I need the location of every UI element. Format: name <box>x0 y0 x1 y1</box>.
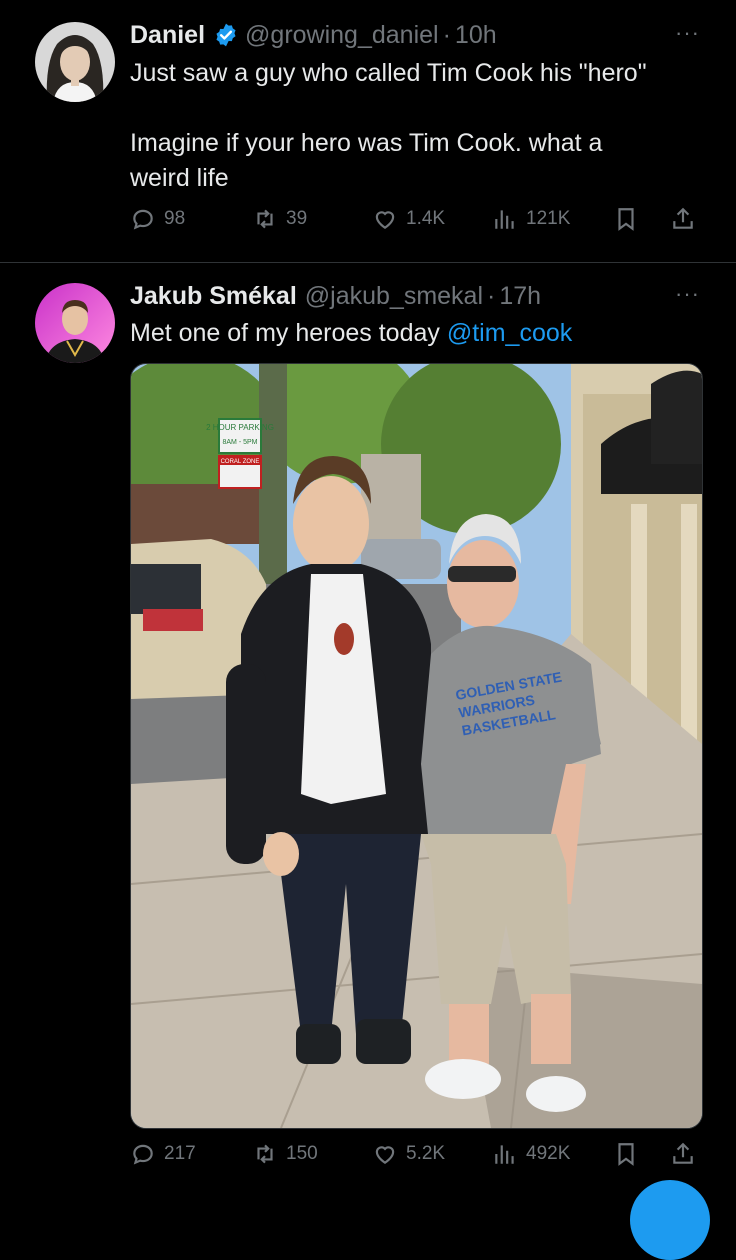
views-count: 121K <box>526 208 571 229</box>
more-icon[interactable]: ··· <box>675 281 700 307</box>
tweet-text-body: Met one of my heroes today <box>130 319 447 347</box>
timestamp[interactable]: 10h <box>455 21 497 50</box>
like-count: 5.2K <box>406 1143 446 1164</box>
reply-count: 98 <box>164 208 186 229</box>
like-button[interactable]: 1.4K <box>372 206 445 232</box>
tweet-text-line: weird life <box>130 164 229 192</box>
reply-count: 217 <box>164 1143 196 1164</box>
share-icon <box>673 207 693 229</box>
repost-count: 39 <box>286 208 308 229</box>
repost-icon <box>257 209 273 229</box>
share-button[interactable] <box>670 1141 704 1167</box>
author-name[interactable]: Daniel <box>130 21 205 50</box>
tweet-actions: 217 150 5.2K 492K <box>130 1141 700 1177</box>
bookmark-button[interactable] <box>613 206 647 232</box>
repost-icon <box>257 1144 273 1164</box>
tweet-header: Daniel @growing_daniel · 10h <box>130 18 497 52</box>
tweet-daniel[interactable]: Daniel @growing_daniel · 10h ··· Just sa… <box>0 0 736 262</box>
mention-link[interactable]: @tim_cook <box>447 319 572 347</box>
views-icon <box>495 1145 514 1164</box>
tweet-text-line: Just saw a guy who called Tim Cook his "… <box>130 59 647 87</box>
like-button[interactable]: 5.2K <box>372 1141 445 1167</box>
compose-button[interactable] <box>630 1180 710 1260</box>
author-name[interactable]: Jakub Smékal <box>130 282 297 311</box>
reply-icon <box>133 209 153 230</box>
reply-button[interactable]: 98 <box>130 206 185 232</box>
like-icon <box>375 211 395 229</box>
reply-icon <box>133 1144 153 1165</box>
tweet-actions: 98 39 1.4K 121K <box>130 206 700 242</box>
views-count: 492K <box>526 1143 571 1164</box>
separator-dot: · <box>487 281 496 310</box>
tweet-header: Jakub Smékal @jakub_smekal · 17h <box>130 279 541 313</box>
coral-zone-sign-text: CORAL ZONE <box>221 459 260 465</box>
parking-sign-text: 2 HOUR PARKING <box>206 423 274 432</box>
bookmark-icon <box>618 1143 634 1166</box>
share-button[interactable] <box>670 206 704 232</box>
like-icon <box>375 1146 395 1164</box>
separator-dot: · <box>442 20 451 49</box>
like-count: 1.4K <box>406 208 446 229</box>
tweet-text-line: Imagine if your hero was Tim Cook. what … <box>130 129 603 157</box>
share-icon <box>673 1142 693 1164</box>
verified-badge-icon <box>213 22 239 48</box>
avatar-daniel[interactable] <box>35 22 115 102</box>
views-icon <box>495 210 514 229</box>
repost-button[interactable]: 150 <box>252 1141 318 1167</box>
bookmark-button[interactable] <box>613 1141 647 1167</box>
parking-sign-hours: 8AM - 5PM <box>222 439 257 446</box>
reply-button[interactable]: 217 <box>130 1141 196 1167</box>
views-button[interactable]: 121K <box>492 206 570 232</box>
repost-count: 150 <box>286 1143 318 1164</box>
author-handle[interactable]: @jakub_smekal <box>305 282 483 311</box>
author-handle[interactable]: @growing_daniel <box>245 21 439 50</box>
avatar-jakub[interactable] <box>35 283 115 363</box>
photo-scene: 2 HOUR PARKING 8AM - 5PM CORAL ZONE GOLD… <box>131 364 702 1128</box>
tweet-photo[interactable]: 2 HOUR PARKING 8AM - 5PM CORAL ZONE GOLD… <box>130 363 703 1129</box>
timestamp[interactable]: 17h <box>499 282 541 311</box>
tweet-text: Met one of my heroes today @tim_cook <box>130 316 572 351</box>
more-icon[interactable]: ··· <box>675 20 700 46</box>
repost-button[interactable]: 39 <box>252 206 307 232</box>
views-button[interactable]: 492K <box>492 1141 570 1167</box>
tweet-text: Just saw a guy who called Tim Cook his "… <box>130 56 647 196</box>
bookmark-icon <box>618 208 634 231</box>
